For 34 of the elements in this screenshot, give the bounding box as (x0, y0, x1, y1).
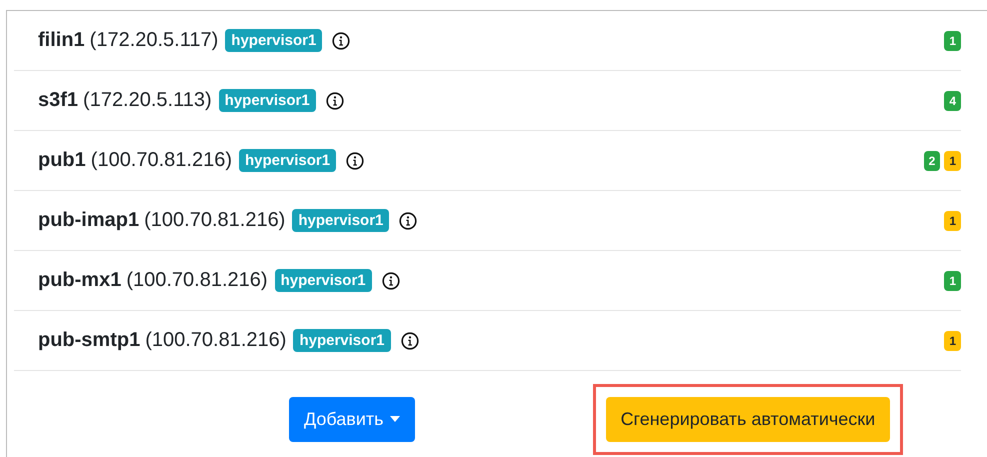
count-badge: 1 (944, 330, 961, 350)
info-icon[interactable] (399, 212, 418, 230)
hypervisor-tag: hypervisor1 (239, 149, 336, 172)
hypervisor-tag: hypervisor1 (293, 329, 390, 352)
host-name: pub1 (38, 149, 86, 172)
add-dropdown-button[interactable]: Добавить (289, 396, 415, 442)
host-name: s3f1 (38, 89, 78, 112)
host-address: (100.70.81.216) (90, 149, 232, 172)
info-icon[interactable] (382, 272, 400, 290)
host-name: pub-mx1 (38, 269, 122, 292)
host-address: (172.20.5.113) (83, 89, 212, 112)
host-name: pub-imap1 (38, 209, 140, 232)
hypervisor-tag: hypervisor1 (225, 29, 322, 52)
info-icon[interactable] (400, 332, 418, 350)
hypervisor-tag: hypervisor1 (274, 269, 372, 292)
count-badge: 4 (944, 90, 961, 110)
host-name: pub-smtp1 (38, 329, 140, 352)
host-address: (100.70.81.216) (126, 269, 268, 292)
count-badge: 2 (924, 150, 940, 170)
hypervisor-tag: hypervisor1 (218, 89, 316, 112)
info-icon[interactable] (346, 152, 364, 170)
host-name: filin1 (38, 29, 85, 52)
hypervisor-tag: hypervisor1 (292, 209, 390, 232)
caret-icon (390, 416, 400, 422)
count-badge: 1 (944, 210, 961, 230)
info-icon[interactable] (326, 92, 344, 110)
host-address: (100.70.81.216) (145, 329, 286, 352)
count-badge: 1 (944, 150, 961, 170)
count-badge: 1 (944, 270, 961, 290)
host-address: (172.20.5.117) (90, 29, 218, 52)
host-address: (100.70.81.216) (144, 209, 286, 232)
count-badge: 1 (944, 30, 961, 50)
generate-button[interactable]: Сгенерировать автоматически (606, 396, 890, 442)
info-icon[interactable] (332, 32, 350, 50)
